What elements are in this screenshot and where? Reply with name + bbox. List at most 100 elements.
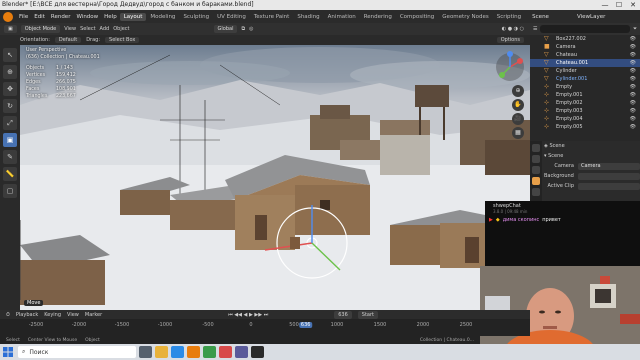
start-frame-field[interactable]: Start xyxy=(357,310,378,319)
options-button[interactable]: Options xyxy=(496,37,524,43)
menu-timeline-view[interactable]: View xyxy=(67,312,79,318)
tab-shading[interactable]: Shading xyxy=(293,13,323,21)
visibility-eye-icon[interactable]: 👁 xyxy=(630,99,636,107)
timeline-ruler[interactable]: -2500 -2000 -1500 -1000 -500 0 500 1000 1500 2000… xyxy=(0,322,480,330)
tab-uv-editing[interactable]: UV Editing xyxy=(213,13,250,21)
orientation-selector[interactable]: Default xyxy=(54,37,82,43)
visibility-eye-icon[interactable]: 👁 xyxy=(630,51,636,59)
app-icon-red[interactable] xyxy=(219,346,232,358)
outliner-item[interactable]: ■ Camera 👁 xyxy=(530,43,640,51)
obs-icon[interactable] xyxy=(251,346,264,358)
cursor-3d-icon[interactable]: ⊕ xyxy=(3,65,17,79)
menu-file[interactable]: File xyxy=(16,14,31,20)
outliner-item[interactable]: ⊹ Empty.002 👁 xyxy=(530,99,640,107)
edge-icon[interactable] xyxy=(171,346,184,358)
tab-compositing[interactable]: Compositing xyxy=(396,13,438,21)
visibility-eye-icon[interactable]: 👁 xyxy=(630,59,636,67)
tab-geometry-nodes[interactable]: Geometry Nodes xyxy=(438,13,492,21)
timeline-editor-icon[interactable]: ⏱ xyxy=(6,312,10,318)
app-icon-green[interactable] xyxy=(203,346,216,358)
outliner-search-input[interactable] xyxy=(540,25,630,33)
snap-icon[interactable]: ⧉ xyxy=(241,26,245,32)
background-field[interactable] xyxy=(578,172,640,180)
drag-selector[interactable]: Select Box xyxy=(105,37,140,43)
outliner-item[interactable]: ▽ Cylinder 👁 xyxy=(530,67,640,75)
tab-sculpting[interactable]: Sculpting xyxy=(179,13,213,21)
pan-hand-icon[interactable]: ✋ xyxy=(512,99,524,111)
scene-tab-icon[interactable] xyxy=(532,177,540,185)
transform-tool-icon[interactable]: ▣ xyxy=(3,133,17,147)
render-tab-icon[interactable] xyxy=(532,155,540,163)
file-explorer-icon[interactable] xyxy=(155,346,168,358)
cursor-select-icon[interactable]: ↖ xyxy=(3,48,17,62)
minimize-button[interactable]: — xyxy=(598,0,612,10)
add-cube-tool-icon[interactable]: ▢ xyxy=(3,184,17,198)
menu-select[interactable]: Select xyxy=(80,26,95,32)
tab-texture-paint[interactable]: Texture Paint xyxy=(250,13,294,21)
visibility-eye-icon[interactable]: 👁 xyxy=(630,107,636,115)
output-tab-icon[interactable] xyxy=(532,166,540,174)
zoom-icon[interactable]: ⊕ xyxy=(512,85,524,97)
tab-modeling[interactable]: Modeling xyxy=(146,13,179,21)
outliner-item[interactable]: ⊹ Empty.005 👁 xyxy=(530,123,640,131)
world-tab-icon[interactable] xyxy=(532,188,540,196)
taskbar-search[interactable]: ⌕ Поиск xyxy=(18,346,136,358)
menu-playback[interactable]: Playback xyxy=(16,312,38,318)
menu-add[interactable]: Add xyxy=(100,26,110,32)
visibility-eye-icon[interactable]: 👁 xyxy=(630,75,636,83)
shading-mode-icons[interactable]: ◐ ● ◑ ○ xyxy=(502,26,524,32)
outliner-item[interactable]: ▽ Box227.002 👁 xyxy=(530,35,640,43)
blender-taskbar-icon[interactable] xyxy=(187,346,200,358)
outliner-editor-icon[interactable]: ☰ xyxy=(533,26,537,32)
visibility-eye-icon[interactable]: 👁 xyxy=(630,115,636,123)
menu-object[interactable]: Object xyxy=(113,26,129,32)
camera-field[interactable]: Camera xyxy=(578,162,640,170)
annotate-tool-icon[interactable]: ✎ xyxy=(3,150,17,164)
menu-view[interactable]: View xyxy=(64,26,76,32)
rotate-tool-icon[interactable]: ↻ xyxy=(3,99,17,113)
scene-selector[interactable]: Scene xyxy=(529,14,552,20)
last-operator-panel[interactable]: Move xyxy=(24,300,44,306)
measure-tool-icon[interactable]: 📏 xyxy=(3,167,17,181)
tab-layout[interactable]: Layout xyxy=(119,12,147,21)
menu-marker[interactable]: Marker xyxy=(85,312,102,318)
current-frame-field[interactable]: 636 xyxy=(334,310,352,319)
task-view-icon[interactable] xyxy=(139,346,152,358)
playback-controls[interactable]: ⏮ ◀◀ ◀ ▶ ▶▶ ⏭ xyxy=(228,312,268,318)
tab-rendering[interactable]: Rendering xyxy=(360,13,396,21)
grid-icon[interactable]: ▦ xyxy=(512,127,524,139)
menu-render[interactable]: Render xyxy=(48,14,74,20)
windows-start-icon[interactable] xyxy=(0,344,16,360)
menu-help[interactable]: Help xyxy=(101,14,120,20)
tab-scripting[interactable]: Scripting xyxy=(493,13,525,21)
active-clip-field[interactable] xyxy=(578,182,640,190)
outliner-item[interactable]: ▽ Chateau.001 👁 xyxy=(530,59,640,67)
blender-logo-icon[interactable] xyxy=(3,11,13,22)
view-layer-selector[interactable]: ViewLayer xyxy=(574,14,608,20)
menu-keying[interactable]: Keying xyxy=(44,312,61,318)
camera-view-icon[interactable]: 🎥 xyxy=(512,113,524,125)
tool-tab-icon[interactable] xyxy=(532,144,540,152)
editor-type-icon[interactable]: ▣ xyxy=(4,25,17,33)
tab-animation[interactable]: Animation xyxy=(324,13,360,21)
scale-tool-icon[interactable]: ⤢ xyxy=(3,116,17,130)
outliner-item[interactable]: ⊹ Empty.001 👁 xyxy=(530,91,640,99)
visibility-eye-icon[interactable]: 👁 xyxy=(630,35,636,43)
outliner-item[interactable]: ▽ Chateau 👁 xyxy=(530,51,640,59)
menu-window[interactable]: Window xyxy=(73,14,101,20)
proportional-edit-icon[interactable]: ◎ xyxy=(249,26,253,32)
visibility-eye-icon[interactable]: 👁 xyxy=(630,67,636,75)
scene-section-header[interactable]: ▾ Scene xyxy=(544,151,640,161)
navigation-gizmo[interactable] xyxy=(490,45,530,90)
filter-icon[interactable]: ⏷ xyxy=(633,26,637,32)
mode-selector[interactable]: Object Mode xyxy=(20,25,61,33)
menu-edit[interactable]: Edit xyxy=(31,14,48,20)
outliner-item[interactable]: ⊹ Empty.003 👁 xyxy=(530,107,640,115)
close-button[interactable]: ✕ xyxy=(626,0,640,10)
transform-orientation-selector[interactable]: Global xyxy=(213,25,238,33)
maximize-button[interactable]: ☐ xyxy=(612,0,626,10)
move-tool-icon[interactable]: ✥ xyxy=(3,82,17,96)
visibility-eye-icon[interactable]: 👁 xyxy=(630,83,636,91)
app-icon-purple[interactable] xyxy=(235,346,248,358)
visibility-eye-icon[interactable]: 👁 xyxy=(630,43,636,51)
